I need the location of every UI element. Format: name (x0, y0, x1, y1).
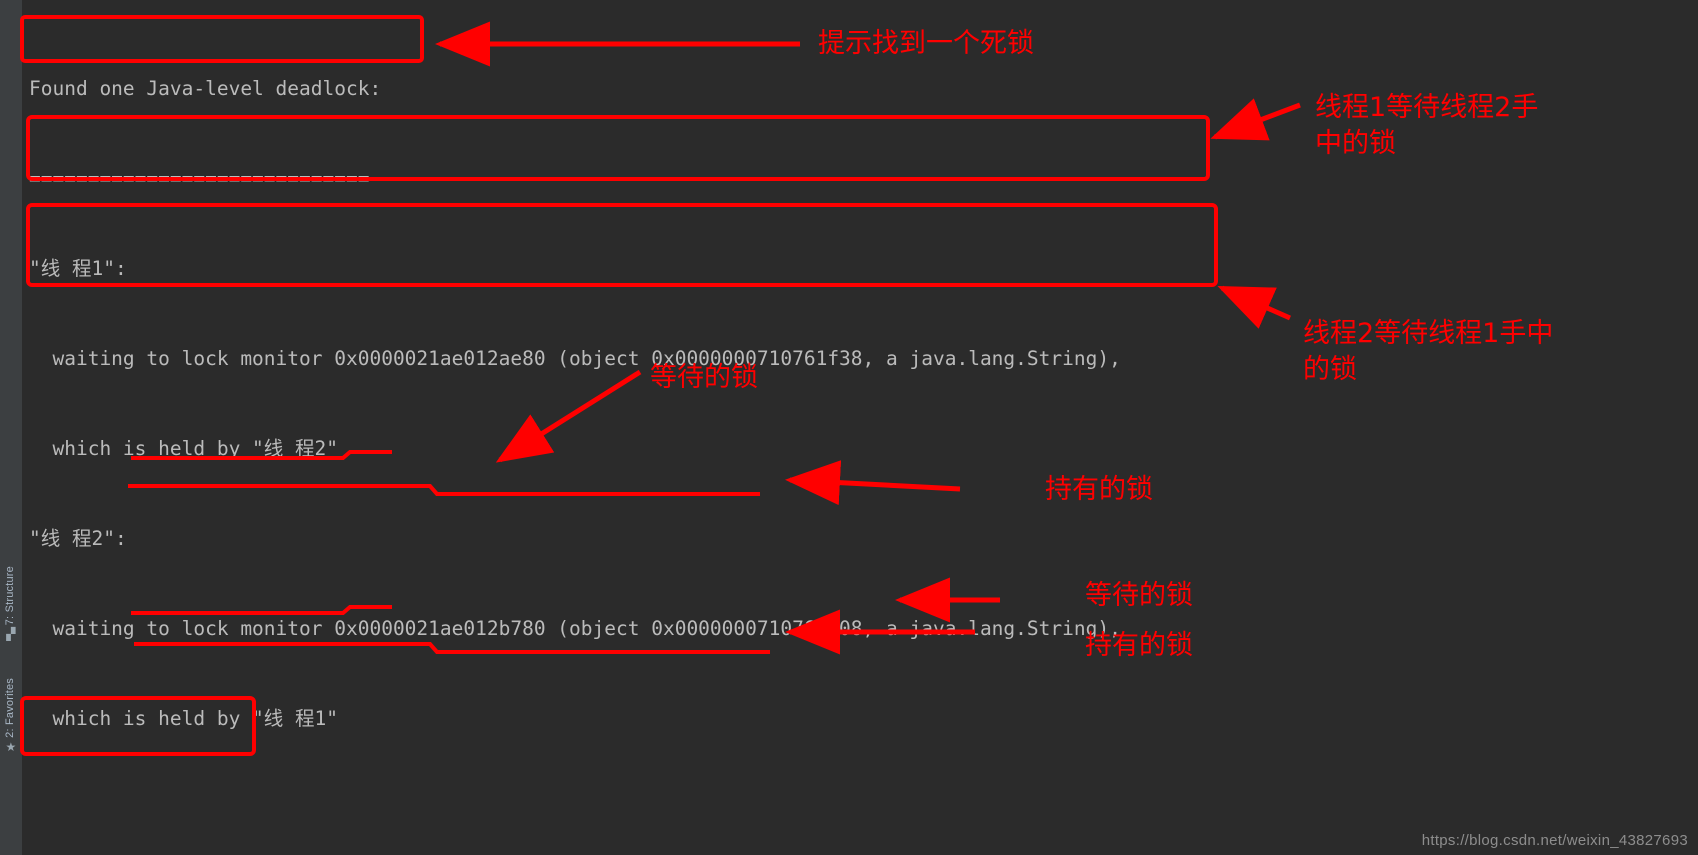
console-line: waiting to lock monitor 0x0000021ae012b7… (29, 617, 1121, 640)
console-line: which is held by "线 程2" (29, 437, 339, 460)
console-line: which is held by "线 程1" (29, 707, 339, 730)
watermark: https://blog.csdn.net/weixin_43827693 (1421, 832, 1688, 849)
annotation-label-held-lock-2: 持有的锁 (1085, 630, 1193, 661)
annotation-label-held-lock-1: 持有的锁 (1045, 474, 1153, 505)
annotation-label-found-deadlock: 提示找到一个死锁 (818, 28, 1034, 59)
star-icon: ★ (5, 739, 17, 754)
console-line: ============================= (29, 167, 370, 190)
console-line: "线 程1": (29, 257, 127, 280)
tool-window-sidebar: 7: Structure ▞ 2: Favorites ★ (0, 0, 23, 855)
structure-icon: ▞ (6, 627, 16, 642)
sidebar-item-structure-label: 7: Structure (4, 566, 16, 626)
sidebar-item-structure[interactable]: 7: Structure ▞ (0, 566, 22, 640)
annotation-label-thread1-waiting: 线程1等待线程2手 中的锁 (1315, 92, 1539, 159)
annotation-label-thread2-waiting: 线程2等待线程1手中 的锁 (1303, 318, 1554, 385)
sidebar-item-favorites[interactable]: 2: Favorites ★ (0, 678, 22, 753)
sidebar-item-favorites-label: 2: Favorites (4, 678, 16, 738)
annotation-label-waiting-lock-2: 等待的锁 (1085, 580, 1193, 611)
annotation-label-waiting-lock-1: 等待的锁 (650, 362, 758, 393)
console-line: "线 程2": (29, 527, 127, 550)
